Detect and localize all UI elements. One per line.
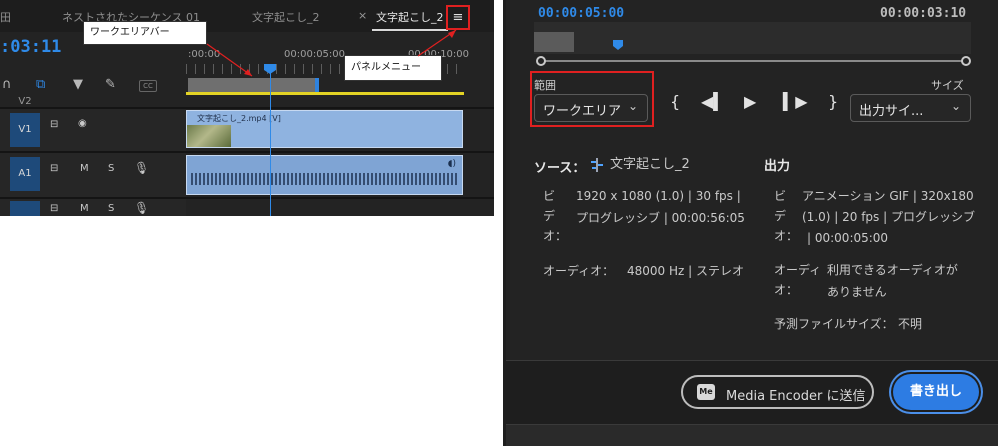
- send-to-media-encoder-label: Media Encoder に送信: [726, 389, 866, 404]
- source-name: 文字起こし_2: [610, 157, 690, 172]
- footer-divider: [506, 360, 998, 361]
- add-marker-icon[interactable]: ▼: [73, 77, 83, 92]
- audio-waveform: [191, 173, 458, 185]
- callout-work-area-bar: ワークエリアバー: [83, 21, 207, 45]
- output-audio-line1: 利用できるオーディオが: [827, 263, 958, 277]
- sync-lock-icon[interactable]: ⊟: [50, 119, 58, 130]
- step-forward-icon[interactable]: ▍▶: [783, 92, 808, 111]
- video-clip[interactable]: 文字起こし_2.mp4 [V]: [186, 110, 463, 148]
- output-audio-label: オーディ オ：: [774, 263, 822, 297]
- source-audio-value: 48000 Hz | ステレオ: [627, 264, 744, 278]
- output-audio-line2: ありません: [827, 285, 887, 299]
- send-to-media-encoder-button[interactable]: Me Media Encoder に送信: [681, 375, 874, 409]
- mark-out-icon[interactable]: }: [828, 92, 838, 111]
- timeline-timecode[interactable]: :03:11: [0, 37, 61, 57]
- track-target-a2[interactable]: [10, 201, 40, 216]
- track-header-v1: V1 ⊟ ◉: [0, 109, 186, 151]
- play-icon[interactable]: ▶: [744, 92, 756, 111]
- timeline-tabbar: 田 ネストされたシーケンス 01 文字起こし_2 × 文字起こし_2 ≡: [0, 0, 494, 32]
- work-area-bar[interactable]: [188, 78, 318, 92]
- work-area-end-handle[interactable]: [315, 78, 319, 92]
- range-slider[interactable]: [540, 60, 970, 62]
- tab-close-icon[interactable]: ×: [358, 9, 367, 22]
- mute-button[interactable]: M: [80, 163, 89, 174]
- audio-clip[interactable]: ◖): [186, 155, 463, 195]
- chevron-down-icon: ⌄: [950, 99, 961, 113]
- captions-icon[interactable]: CC: [139, 80, 157, 92]
- track-header-a1: A1 ⊟ M S 🎙: [0, 153, 186, 197]
- track-target-a1[interactable]: A1: [10, 157, 40, 191]
- settings-wrench-icon[interactable]: ✎: [105, 77, 116, 92]
- mark-in-icon[interactable]: {: [670, 92, 680, 111]
- source-audio-label: オーディオ：: [543, 264, 615, 278]
- output-video-line2: (1.0) | 20 fps | プログレッシブ: [802, 210, 975, 224]
- range-out-handle[interactable]: [961, 56, 971, 66]
- video-clip-label: 文字起こし_2.mp4 [V]: [197, 114, 281, 123]
- tab-transcript-active[interactable]: 文字起こし_2: [376, 9, 444, 25]
- step-back-icon[interactable]: ◀▍: [701, 92, 726, 111]
- ruler-label-start: :00:00: [188, 49, 221, 60]
- ruler-label-5s: 00:00:05:00: [284, 49, 346, 60]
- size-label: サイズ: [931, 79, 964, 92]
- estimated-size-label: 予測ファイルサイズ：: [774, 317, 894, 331]
- output-video-label: ビ デ オ：: [774, 189, 799, 243]
- sync-lock-icon[interactable]: ⊟: [50, 203, 58, 214]
- eye-icon[interactable]: ◉: [78, 118, 87, 129]
- range-in-handle[interactable]: [536, 56, 546, 66]
- export-dialog-main: 00:00:05:00 00:00:03:10 範囲 ワークエリア ⌄ { ◀▍…: [506, 0, 998, 360]
- clip-thumbnail: [187, 125, 231, 147]
- timeline-panel: 田 ネストされたシーケンス 01 文字起こし_2 × 文字起こし_2 ≡ :03…: [0, 0, 494, 216]
- preview-duration: 00:00:03:10: [880, 6, 967, 21]
- estimated-size-value: 不明: [898, 317, 923, 331]
- solo-button[interactable]: S: [108, 203, 114, 214]
- preview-start-timecode[interactable]: 00:00:05:00: [538, 6, 624, 21]
- render-bar: [186, 92, 464, 95]
- callout-panel-menu: パネルメニュー: [344, 55, 442, 81]
- output-video-line3: | 00:00:05:00: [807, 231, 889, 245]
- output-heading: 出力: [764, 159, 791, 174]
- microphone-icon[interactable]: 🎙: [134, 201, 149, 215]
- dialog-bottom-strip: [506, 424, 998, 446]
- size-select[interactable]: 出力サイ... ⌄: [850, 94, 971, 122]
- scrubber-playhead[interactable]: [613, 40, 623, 50]
- mute-button[interactable]: M: [80, 203, 89, 214]
- panel-menu-highlight: [446, 5, 470, 30]
- size-select-value: 出力サイ...: [859, 104, 924, 119]
- linked-selection-icon[interactable]: ⧉: [36, 77, 45, 92]
- solo-button[interactable]: S: [108, 163, 114, 174]
- microphone-icon[interactable]: 🎙: [134, 161, 149, 175]
- preview-scrubber[interactable]: [534, 22, 971, 54]
- source-video-line1: 1920 x 1080 (1.0) | 30 fps |: [576, 189, 741, 203]
- playhead-line[interactable]: [270, 72, 271, 216]
- tab-transcript-1[interactable]: 文字起こし_2: [252, 9, 320, 25]
- media-encoder-icon: Me: [697, 384, 715, 400]
- export-dialog: 00:00:05:00 00:00:03:10 範囲 ワークエリア ⌄ { ◀▍…: [503, 0, 998, 446]
- tab-partial[interactable]: 田: [0, 9, 11, 25]
- range-highlight: [530, 71, 654, 127]
- sequence-icon: [591, 158, 603, 172]
- track-header-a2: ⊟ M S 🎙: [0, 199, 186, 216]
- scrubber-range: [534, 32, 574, 52]
- output-video-line1: アニメーション GIF | 320x180: [802, 189, 974, 203]
- track-target-v1[interactable]: V1: [10, 113, 40, 147]
- source-heading: ソース：: [534, 161, 586, 176]
- export-button[interactable]: 書き出し: [893, 374, 979, 410]
- snap-icon[interactable]: ∩: [2, 77, 12, 92]
- source-video-line2: プログレッシブ | 00:00:56:05: [576, 211, 745, 225]
- sync-lock-icon[interactable]: ⊟: [50, 163, 58, 174]
- source-video-label: ビ デ オ：: [543, 189, 568, 243]
- audio-gain-icon: ◖): [447, 159, 456, 169]
- active-tab-indicator: [372, 29, 448, 31]
